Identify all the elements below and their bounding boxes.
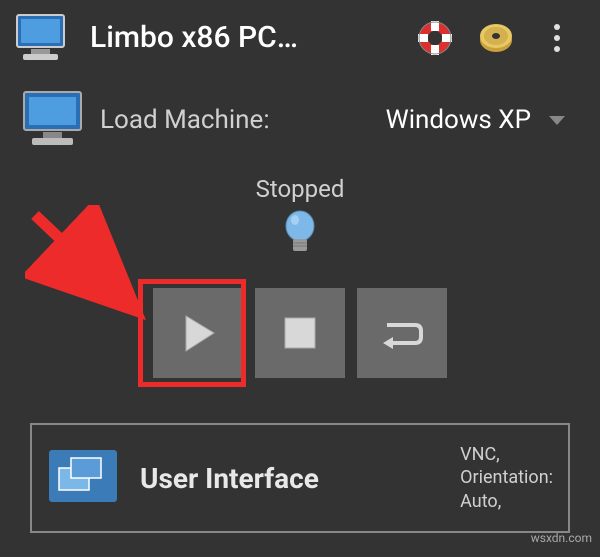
app-logo-icon <box>10 10 70 65</box>
section-title: User Interface <box>122 462 460 495</box>
disc-icon[interactable] <box>478 20 514 56</box>
load-machine-row: Load Machine: Windows XP <box>10 75 590 170</box>
stop-button[interactable] <box>255 288 345 378</box>
app-title: Limbo x86 PC… <box>70 20 417 55</box>
machine-dropdown-value: Windows XP <box>386 105 531 135</box>
header-actions <box>417 20 590 56</box>
detail-line-1: VNC, <box>460 443 553 466</box>
user-interface-section[interactable]: User Interface VNC, Orientation: Auto, <box>30 423 570 533</box>
restart-button[interactable] <box>357 288 447 378</box>
chevron-down-icon <box>549 116 565 125</box>
help-lifesaver-icon[interactable] <box>417 20 453 56</box>
lightbulb-icon <box>280 208 320 258</box>
windows-icon <box>47 448 122 508</box>
detail-line-2: Orientation: <box>460 466 553 489</box>
play-button[interactable] <box>153 288 243 378</box>
machine-dropdown[interactable]: Windows XP <box>386 105 580 135</box>
main-content: Load Machine: Windows XP Stopped <box>0 75 600 533</box>
app-header: Limbo x86 PC… <box>0 0 600 75</box>
watermark: wsxdn.com <box>531 531 592 545</box>
detail-line-3: Auto, <box>460 490 553 513</box>
status-label: Stopped <box>10 175 590 203</box>
load-machine-label: Load Machine: <box>90 105 386 135</box>
status-section: Stopped <box>10 170 590 258</box>
more-menu-icon[interactable] <box>539 20 575 56</box>
control-buttons <box>10 288 590 378</box>
section-details: VNC, Orientation: Auto, <box>460 443 553 513</box>
computer-icon <box>20 90 90 150</box>
